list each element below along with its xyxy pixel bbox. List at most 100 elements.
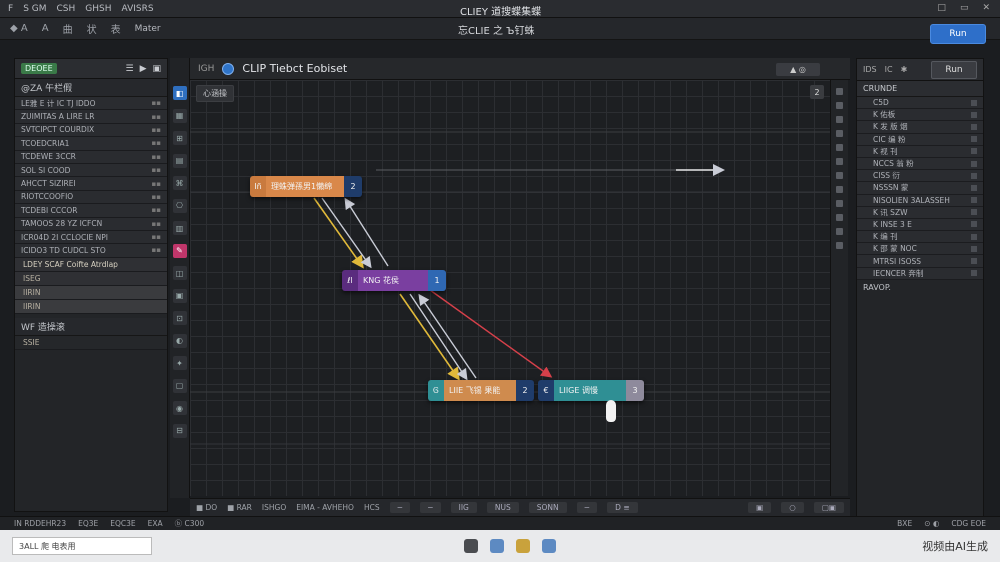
- property-row[interactable]: NISOLIEN 3ALASSEH: [857, 194, 983, 207]
- checkbox[interactable]: [971, 221, 977, 228]
- list-icon[interactable]: ☰: [125, 64, 133, 74]
- checkbox[interactable]: [971, 136, 977, 143]
- table-icon[interactable]: ▥: [172, 221, 187, 235]
- property-row[interactable]: K 佑板: [857, 109, 983, 122]
- lock-icon[interactable]: ▪▪: [152, 139, 162, 147]
- app-icon[interactable]: [516, 539, 530, 553]
- edge-white[interactable]: [409, 293, 468, 381]
- property-row[interactable]: NCCS 翁 粉: [857, 157, 983, 171]
- pen-icon[interactable]: ✎: [172, 243, 187, 258]
- app-icon[interactable]: [490, 539, 504, 553]
- rect-icon[interactable]: ▢: [172, 378, 187, 393]
- strip-icon[interactable]: [836, 130, 843, 137]
- ids-icon[interactable]: IDS: [863, 65, 877, 74]
- sub-item[interactable]: IIRIN: [15, 299, 167, 314]
- lock-icon[interactable]: ▪▪: [152, 166, 162, 174]
- footer-right-button[interactable]: ▢▣: [813, 502, 844, 513]
- checkbox[interactable]: [971, 270, 977, 277]
- lock-icon[interactable]: ▪▪: [152, 246, 162, 254]
- checkbox[interactable]: [971, 111, 977, 118]
- checkbox[interactable]: [971, 184, 977, 191]
- checkbox[interactable]: [971, 197, 977, 204]
- property-row[interactable]: CIC 编 粉: [857, 133, 983, 146]
- strip-icon[interactable]: [836, 172, 843, 179]
- checkbox[interactable]: [971, 172, 977, 179]
- highlighted-list-item[interactable]: LDEY SCAF Coifte Atrdlap: [15, 257, 167, 272]
- node-4-port[interactable]: 3: [626, 380, 644, 401]
- minimize-icon[interactable]: □: [937, 3, 946, 13]
- property-row[interactable]: MTRSI ISOSS: [857, 255, 983, 268]
- node-1-port[interactable]: 2: [344, 176, 362, 197]
- node-3-port[interactable]: 2: [516, 380, 534, 401]
- strip-icon[interactable]: [836, 214, 843, 221]
- left-section2-title[interactable]: WF 造操滚: [15, 317, 167, 336]
- layers-icon[interactable]: ▤: [172, 153, 187, 168]
- property-row[interactable]: K 编 刊: [857, 231, 983, 244]
- strip-icon[interactable]: [836, 116, 843, 123]
- footer-button[interactable]: ─: [576, 502, 598, 513]
- play-icon[interactable]: ▶: [140, 64, 147, 74]
- sub-item[interactable]: ISEG: [15, 271, 167, 286]
- menu-help[interactable]: AVISRS: [122, 4, 154, 14]
- graph-node-4[interactable]: € LIIGE 调慢 3: [538, 380, 644, 401]
- graph-node-3[interactable]: Ꮆ LIIE 飞锡 果能 2: [428, 380, 534, 401]
- footer-item[interactable]: HCS: [364, 503, 380, 512]
- breadcrumb[interactable]: 心涵操: [196, 85, 234, 102]
- frame-icon[interactable]: ▣: [172, 288, 187, 303]
- property-row[interactable]: K 视 刊: [857, 145, 983, 158]
- run-button[interactable]: Run: [931, 61, 977, 79]
- footer-item[interactable]: ■ DO: [196, 503, 217, 512]
- app-icon[interactable]: [542, 539, 556, 553]
- list-item[interactable]: SVTCIPCT COURDIX ▪▪: [15, 123, 167, 138]
- menu-file[interactable]: F: [8, 4, 13, 14]
- ic-icon[interactable]: IC: [885, 65, 893, 74]
- toolbar-material-label[interactable]: Mater: [135, 24, 161, 34]
- footer-button[interactable]: NUS: [486, 502, 519, 513]
- property-row[interactable]: K INSE 3 E: [857, 218, 983, 232]
- list-item[interactable]: TCDEWE 3CCR ▪▪: [15, 150, 167, 164]
- footer-item[interactable]: ■ RAR: [227, 503, 252, 512]
- add-node-icon[interactable]: ⊞: [172, 131, 187, 145]
- footer-item[interactable]: ISHGO: [262, 503, 286, 512]
- property-row[interactable]: NSSSN 蒙: [857, 182, 983, 195]
- edge-white[interactable]: [321, 197, 372, 269]
- footer-button[interactable]: SONN: [528, 502, 567, 513]
- minus-box-icon[interactable]: ⊟: [172, 423, 187, 438]
- checkbox[interactable]: [971, 99, 977, 106]
- property-row[interactable]: C5D: [857, 97, 983, 110]
- toolbar-item-5[interactable]: 表: [111, 21, 121, 36]
- lock-icon[interactable]: ▪▪: [152, 126, 162, 134]
- panel-icon[interactable]: ▣: [152, 64, 161, 74]
- grid-tool-icon[interactable]: ▦: [172, 108, 187, 123]
- status-right-item[interactable]: CDG EOE: [951, 519, 986, 528]
- menu-graph[interactable]: GHSH: [85, 4, 111, 14]
- property-row[interactable]: K 发 版 烟: [857, 121, 983, 134]
- strip-icon[interactable]: [836, 186, 843, 193]
- strip-icon[interactable]: [836, 102, 843, 109]
- footer-button[interactable]: ─: [420, 502, 441, 513]
- list-item[interactable]: ICR04D 2I CCLOCIE NPI ▪▪: [15, 230, 167, 245]
- list-item[interactable]: AHCCT SIZIREI ▪▪: [15, 177, 167, 191]
- sub-item[interactable]: SSIE: [15, 335, 167, 350]
- list-item[interactable]: TAMOOS 28 YZ ICFCN ▪▪: [15, 217, 167, 231]
- left-section-title[interactable]: @ZA 午栏假: [15, 79, 167, 97]
- lock-icon[interactable]: ▪▪: [152, 220, 162, 228]
- shape-icon[interactable]: ⎔: [172, 198, 187, 213]
- strip-icon[interactable]: [836, 228, 843, 235]
- checkbox[interactable]: [971, 148, 977, 155]
- lock-icon[interactable]: ▪▪: [152, 206, 162, 214]
- checkbox[interactable]: [971, 233, 977, 240]
- lock-icon[interactable]: ▪▪: [152, 180, 162, 188]
- run-button-top[interactable]: Run: [930, 24, 986, 44]
- strip-icon[interactable]: [836, 144, 843, 151]
- close-icon[interactable]: ✕: [982, 3, 990, 13]
- node-graph-canvas[interactable]: 心涵操 2 Iñ 理蛛弹孫男1懶绵 2 ℓl KNG 花侯 1 Ꮆ LIIE 飞…: [190, 80, 830, 496]
- edge-white[interactable]: [344, 197, 389, 267]
- sub-item[interactable]: IIRIN: [15, 285, 167, 300]
- footer-button[interactable]: ─: [389, 502, 411, 513]
- menu-view[interactable]: CSH: [57, 4, 76, 14]
- checkbox[interactable]: [971, 123, 977, 130]
- right-panel-footer[interactable]: RAVOP.: [857, 280, 983, 296]
- property-row[interactable]: K 邵 蒙 NOC: [857, 243, 983, 256]
- list-item[interactable]: RIOTCCOOFIO ▪▪: [15, 190, 167, 205]
